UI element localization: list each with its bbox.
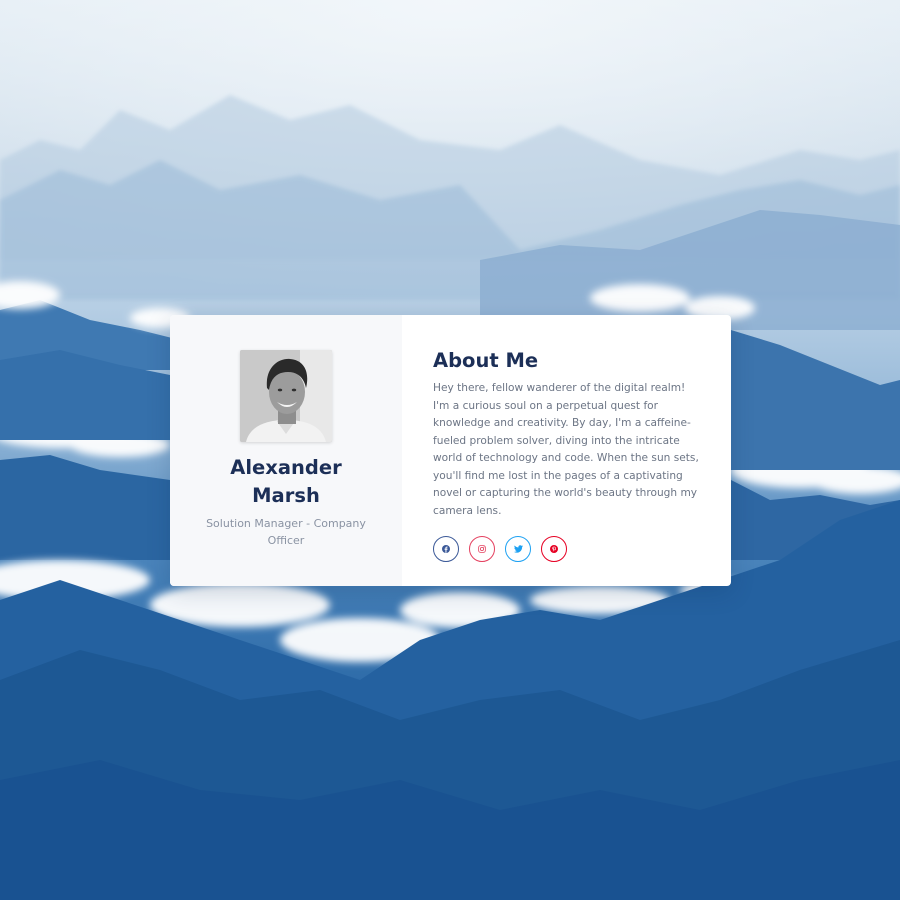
about-title: About Me [433, 349, 539, 372]
avatar [240, 350, 332, 442]
social-links [433, 536, 703, 562]
about-panel: About Me Hey there, fellow wanderer of t… [402, 315, 731, 586]
instagram-icon [478, 545, 486, 553]
pinterest-icon [550, 545, 558, 553]
facebook-icon [442, 545, 450, 553]
profile-panel: Alexander Marsh Solution Manager - Compa… [170, 315, 402, 586]
about-text: Hey there, fellow wanderer of the digita… [433, 382, 699, 517]
pinterest-button[interactable] [541, 536, 567, 562]
avatar-photo [240, 350, 332, 442]
twitter-icon [513, 545, 523, 553]
profile-card: Alexander Marsh Solution Manager - Compa… [170, 315, 731, 586]
instagram-button[interactable] [469, 536, 495, 562]
profile-role: Solution Manager - Company Officer [206, 517, 366, 547]
twitter-button[interactable] [505, 536, 531, 562]
facebook-button[interactable] [433, 536, 459, 562]
profile-name: Alexander Marsh [230, 456, 342, 507]
